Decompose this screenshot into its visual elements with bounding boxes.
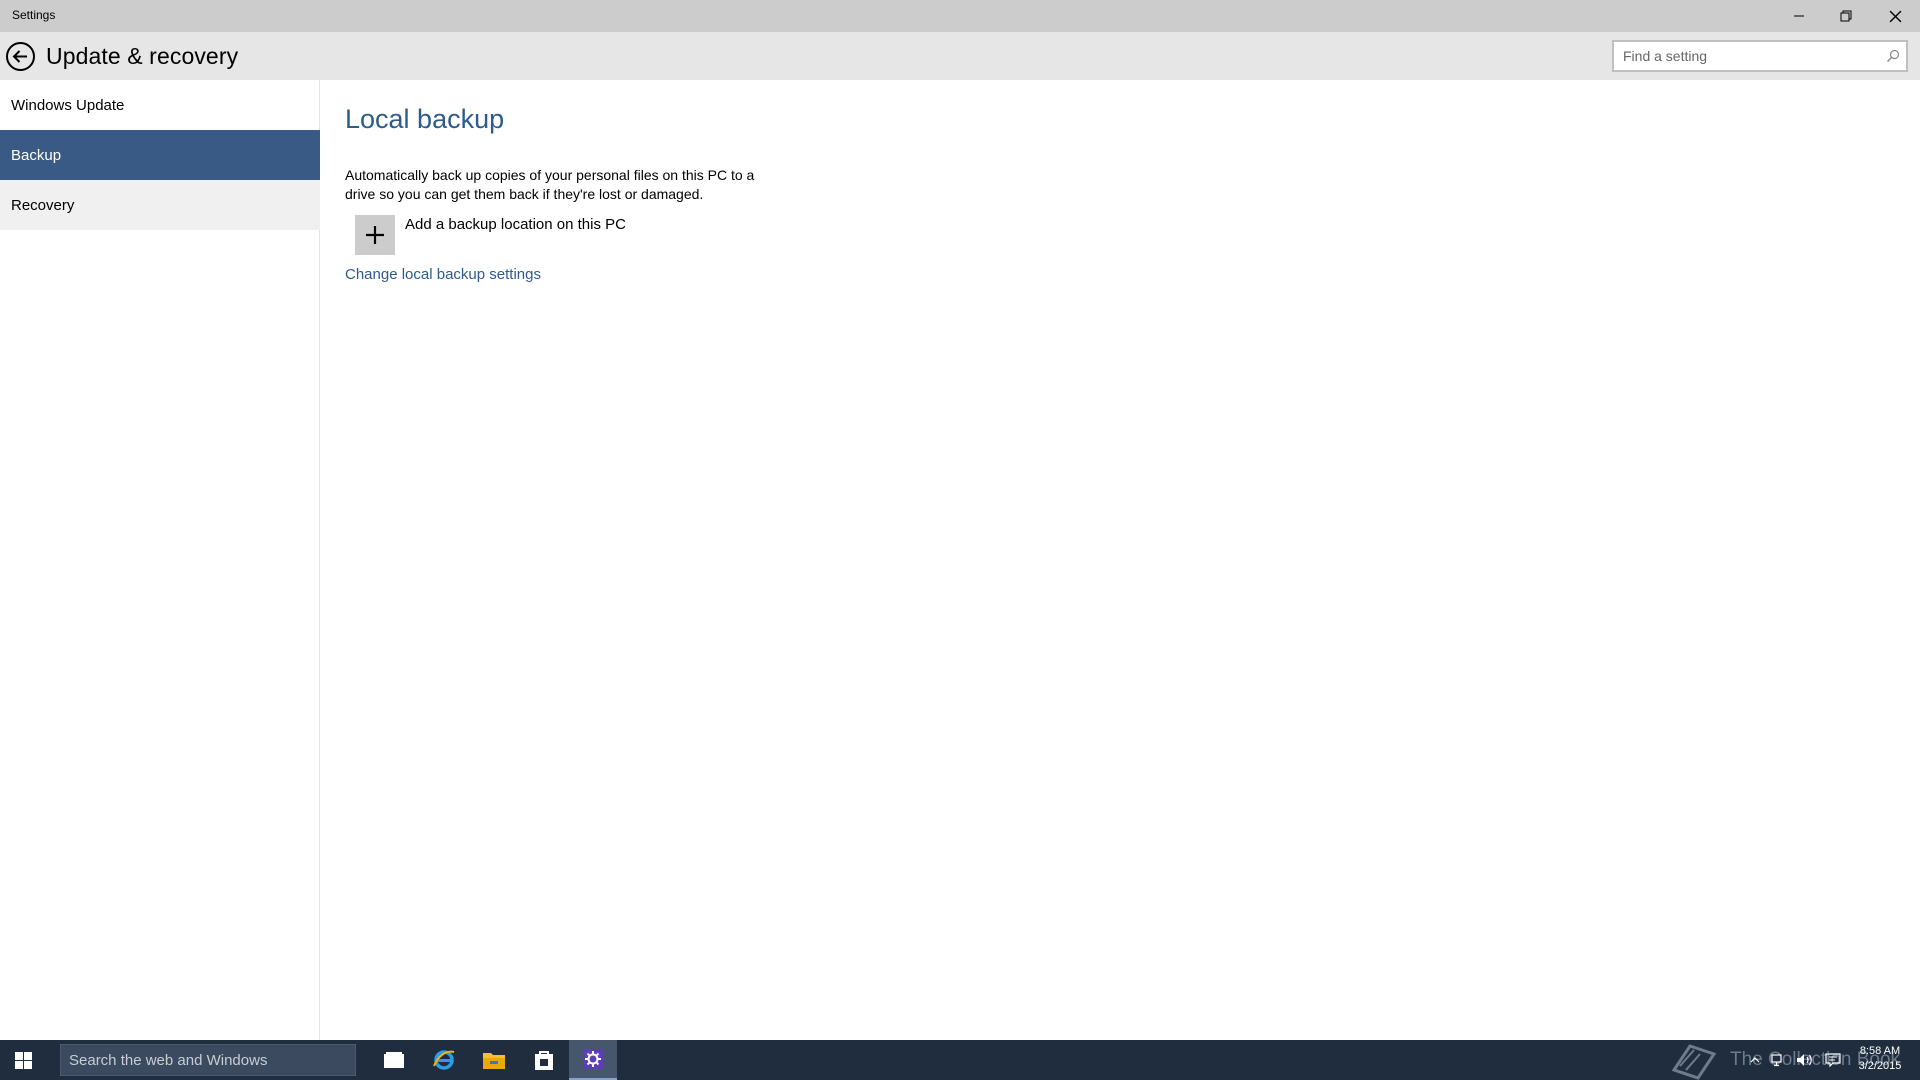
section-title: Local backup bbox=[345, 104, 505, 134]
taskbar-clock[interactable]: 8:58 AM 3/2/2015 bbox=[1850, 1044, 1910, 1074]
minimize-icon bbox=[1794, 15, 1804, 17]
task-view-button[interactable] bbox=[370, 1040, 418, 1080]
file-explorer-button[interactable] bbox=[470, 1040, 518, 1080]
back-arrow-icon bbox=[6, 42, 35, 71]
internet-explorer-icon bbox=[433, 1050, 455, 1070]
close-icon bbox=[1889, 10, 1901, 22]
window-title: Settings bbox=[12, 8, 56, 22]
settings-header: Update & recovery bbox=[0, 32, 1920, 80]
clock-time: 8:58 AM bbox=[1859, 1045, 1901, 1057]
minimize-button[interactable] bbox=[1776, 0, 1822, 32]
sidebar-item-windows-update[interactable]: Windows Update bbox=[0, 80, 320, 130]
page-title: Update & recovery bbox=[46, 43, 239, 69]
backup-description: Automatically back up copies of your per… bbox=[345, 167, 755, 202]
back-button[interactable] bbox=[5, 41, 36, 72]
title-bar: Settings bbox=[0, 0, 1920, 32]
sidebar-item-label: Backup bbox=[11, 146, 62, 164]
network-icon bbox=[1771, 1054, 1782, 1067]
sidebar-item-backup[interactable]: Backup bbox=[0, 130, 320, 180]
sidebar-item-label: Windows Update bbox=[11, 96, 125, 114]
internet-explorer-button[interactable] bbox=[420, 1040, 468, 1080]
show-hidden-icons-button[interactable] bbox=[1746, 1040, 1764, 1080]
start-button[interactable] bbox=[0, 1040, 46, 1080]
sidebar-item-label: Recovery bbox=[11, 196, 75, 214]
add-backup-location-button[interactable] bbox=[355, 215, 395, 255]
taskbar: The Collection Book 8:58 AM 3/2/2015 bbox=[0, 1040, 1920, 1080]
sidebar-item-recovery[interactable]: Recovery bbox=[0, 180, 320, 230]
sidebar: Windows Update Backup Recovery bbox=[0, 80, 320, 1040]
taskbar-search-input[interactable] bbox=[61, 1045, 355, 1075]
task-view-icon bbox=[384, 1052, 404, 1068]
action-center-icon bbox=[1825, 1053, 1841, 1067]
change-local-backup-settings-link[interactable]: Change local backup settings bbox=[345, 266, 541, 283]
plus-icon bbox=[366, 226, 384, 244]
add-backup-location-label[interactable]: Add a backup location on this PC bbox=[405, 216, 626, 233]
volume-button[interactable] bbox=[1794, 1040, 1816, 1080]
action-center-button[interactable] bbox=[1822, 1040, 1844, 1080]
store-icon bbox=[535, 1051, 553, 1070]
file-explorer-icon bbox=[483, 1053, 505, 1069]
taskbar-search-box[interactable] bbox=[60, 1044, 356, 1076]
windows-start-icon bbox=[14, 1051, 32, 1069]
volume-icon bbox=[1797, 1054, 1812, 1066]
chevron-up-icon bbox=[1750, 1057, 1760, 1063]
restore-button[interactable] bbox=[1823, 0, 1869, 32]
book-icon bbox=[1671, 1044, 1717, 1080]
network-button[interactable] bbox=[1768, 1040, 1790, 1080]
store-button[interactable] bbox=[520, 1040, 568, 1080]
clock-date: 3/2/2015 bbox=[1858, 1060, 1902, 1072]
find-setting-search[interactable] bbox=[1612, 40, 1908, 72]
search-input[interactable] bbox=[1614, 42, 1876, 70]
settings-gear-icon bbox=[583, 1049, 603, 1069]
restore-icon bbox=[1840, 10, 1852, 22]
close-button[interactable] bbox=[1872, 0, 1918, 32]
search-icon[interactable] bbox=[1886, 49, 1900, 63]
settings-app-button[interactable] bbox=[569, 1040, 617, 1080]
